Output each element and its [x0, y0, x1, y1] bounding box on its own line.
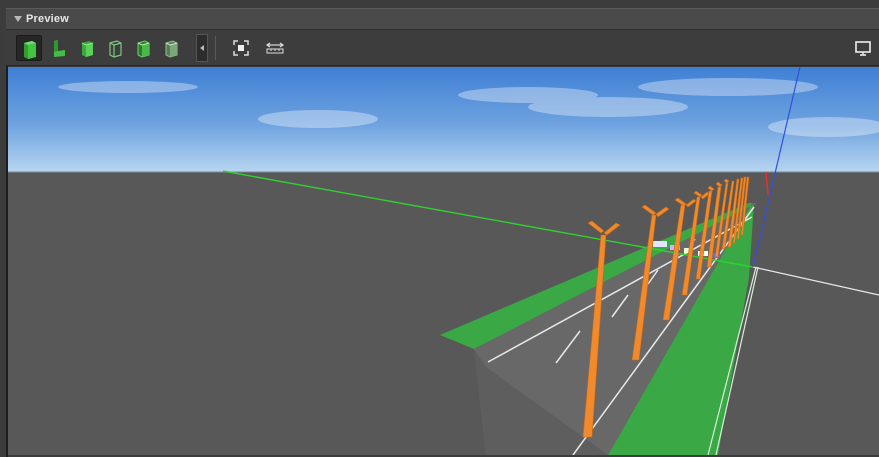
box-view-button-4[interactable] — [158, 35, 184, 61]
measure-button[interactable] — [262, 35, 288, 61]
3d-viewport[interactable] — [8, 67, 879, 455]
panel-title: Preview — [26, 13, 69, 25]
box-faded-icon — [165, 40, 178, 58]
box-icon — [81, 41, 94, 57]
solid-box-icon — [24, 41, 36, 59]
wire-box-icon — [109, 40, 122, 58]
box-view-button-1[interactable] — [74, 35, 100, 61]
zoom-extents-button[interactable] — [228, 35, 254, 61]
toolbar-collapse-arrow-icon[interactable] — [196, 34, 208, 62]
preview-panel: Preview — [0, 0, 879, 457]
box-view-button-3[interactable] — [130, 35, 156, 61]
display-button[interactable] — [850, 35, 876, 61]
box-view-button-2[interactable] — [102, 35, 128, 61]
solid-view-button[interactable] — [16, 35, 42, 61]
collapse-triangle-icon[interactable] — [14, 16, 22, 22]
zoom-extents-icon — [233, 40, 249, 56]
l-section-icon — [54, 40, 65, 57]
preview-toolbar — [6, 30, 879, 66]
toolbar-separator — [215, 36, 216, 60]
panel-header[interactable]: Preview — [6, 8, 879, 30]
monitor-icon — [855, 41, 871, 56]
section-view-button[interactable] — [46, 35, 72, 61]
box-outline-icon — [137, 40, 150, 58]
ruler-icon — [265, 42, 285, 54]
scene-render — [8, 67, 879, 455]
